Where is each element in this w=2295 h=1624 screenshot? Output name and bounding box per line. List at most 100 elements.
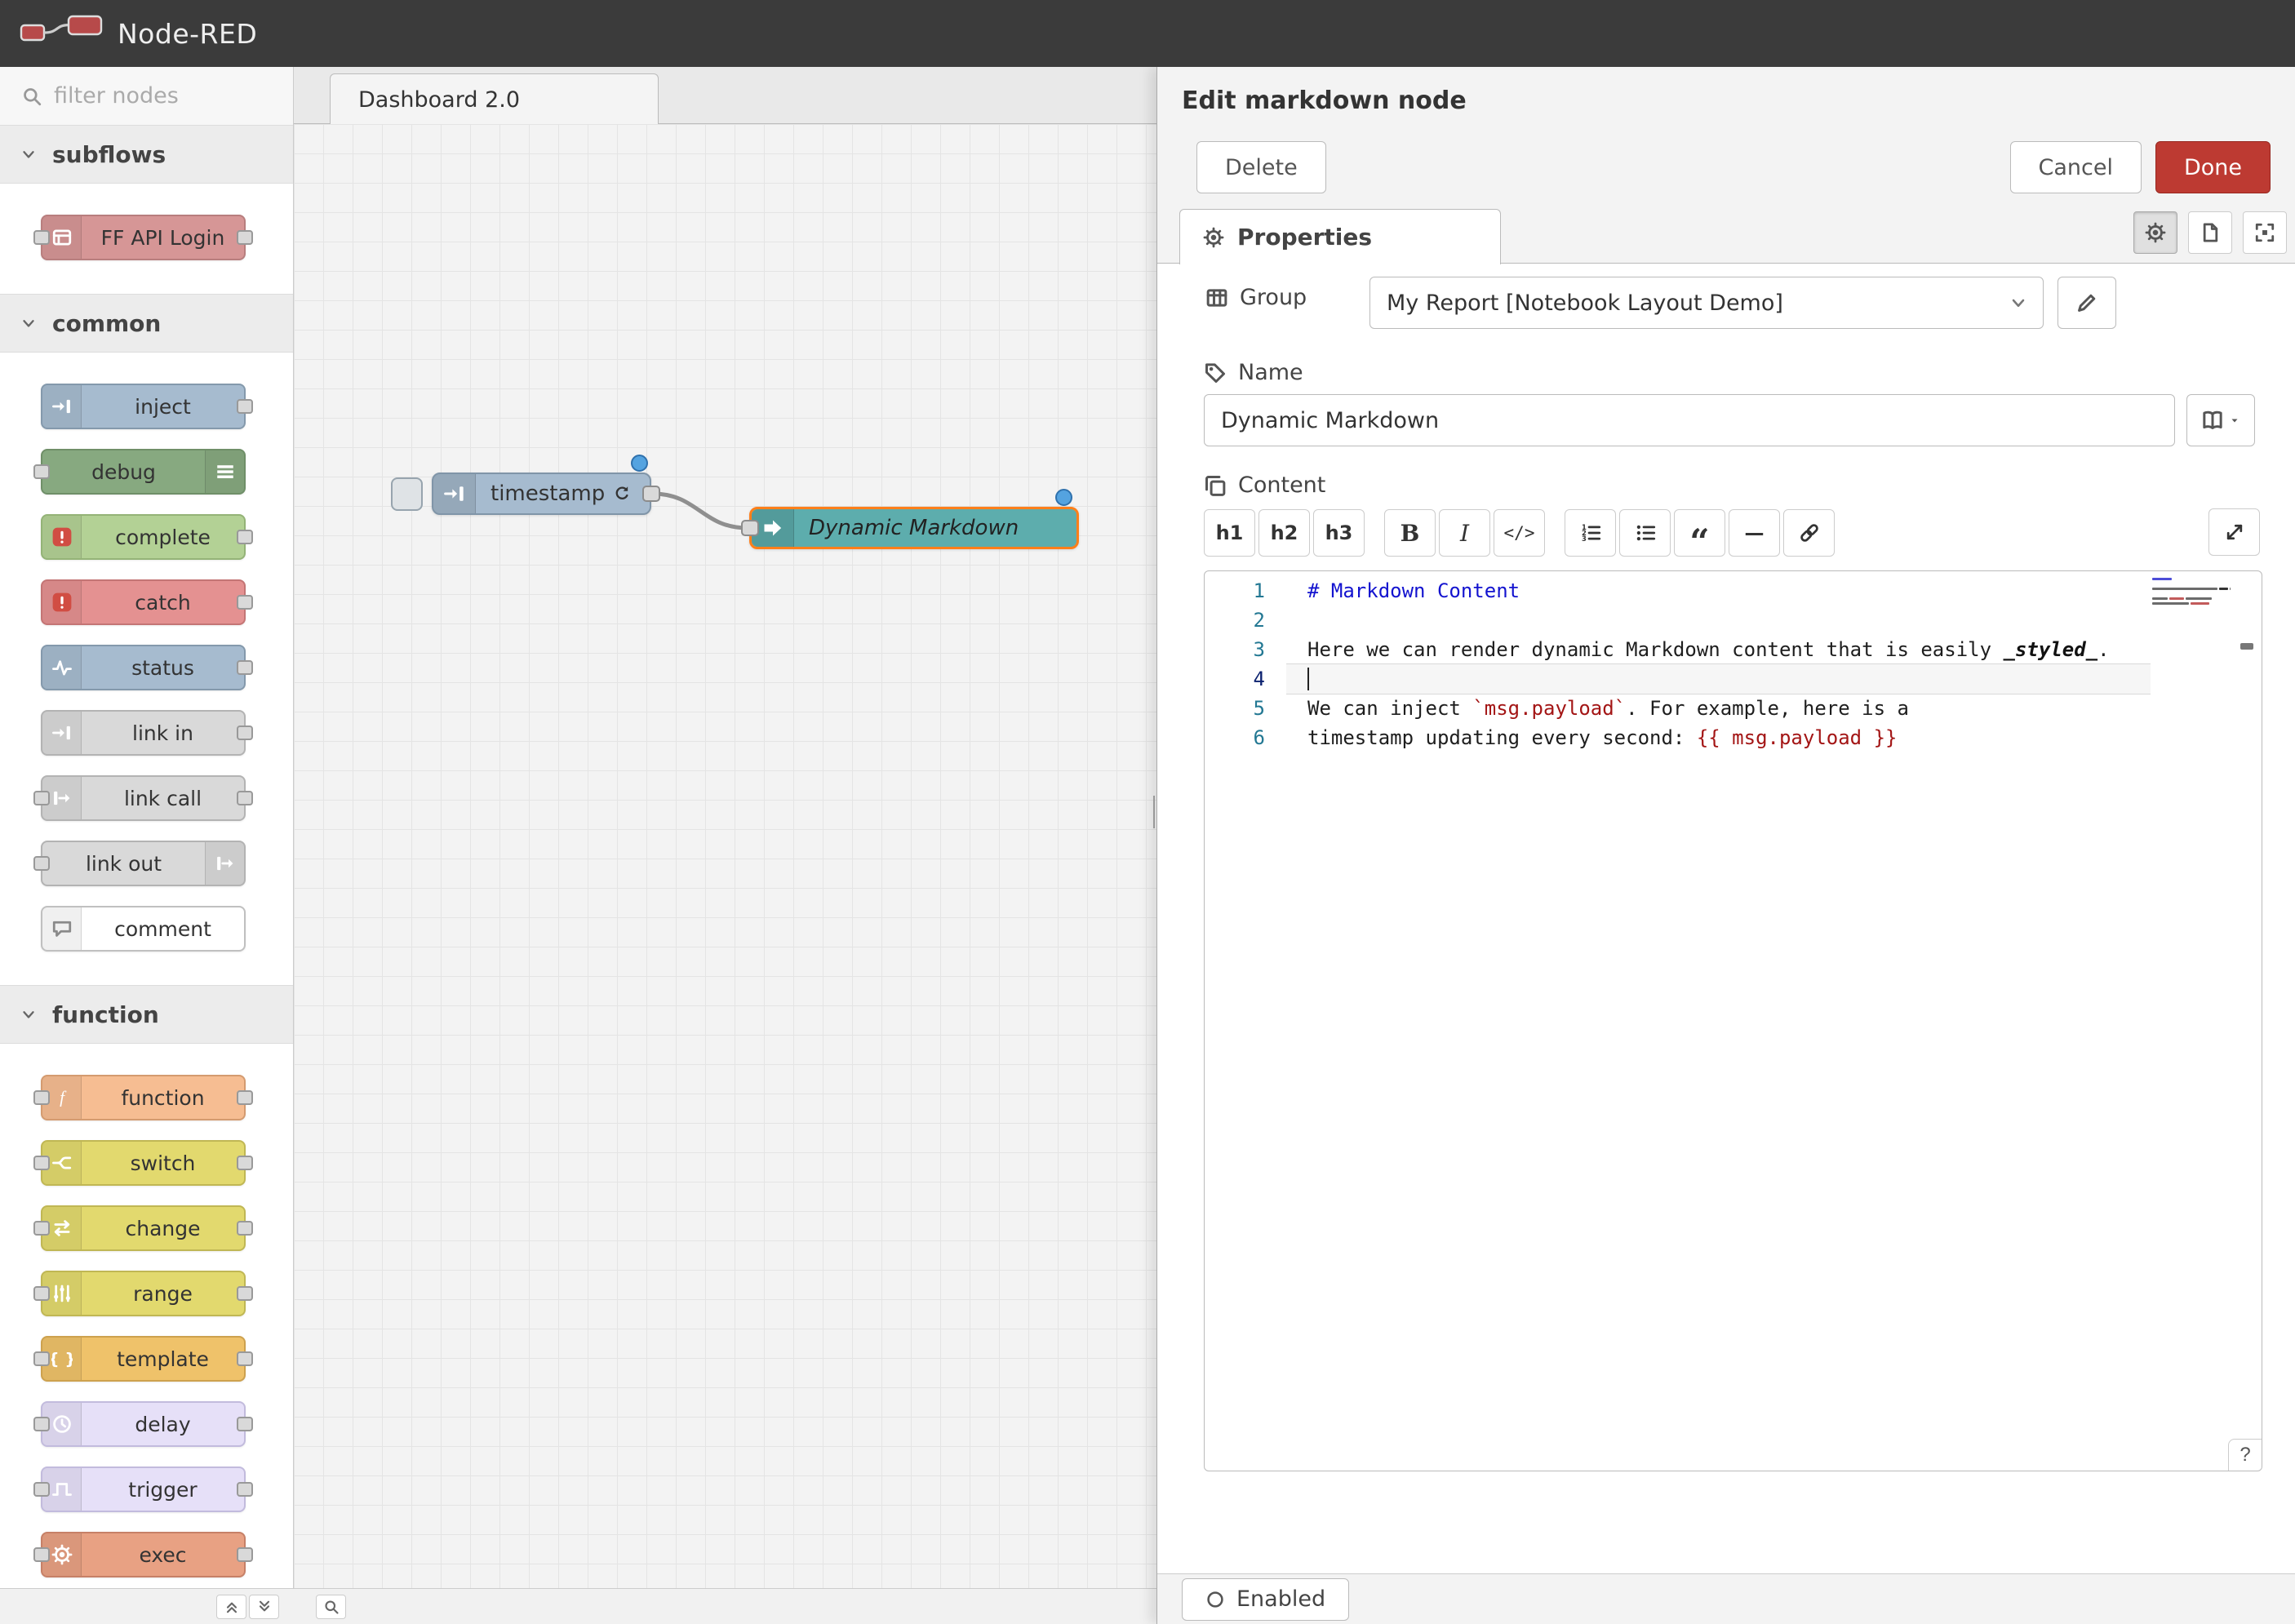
flow-node-dynamic-markdown[interactable]: Dynamic Markdown [749, 507, 1079, 549]
palette-node-label: link out [42, 842, 205, 885]
node-description-button[interactable] [2188, 211, 2232, 254]
palette-expand-all-button[interactable] [249, 1595, 279, 1619]
md-unordered-list-button[interactable] [1619, 509, 1671, 557]
edit-group-button[interactable] [2058, 277, 2116, 329]
palette-node-complete[interactable]: complete [41, 514, 246, 560]
palette-node-label: FF API Login [82, 216, 244, 259]
cancel-button[interactable]: Cancel [2010, 141, 2142, 193]
app-header: Node-RED [0, 0, 2295, 67]
node-input-port [33, 1221, 50, 1236]
wire[interactable] [653, 494, 748, 528]
node-input-port [33, 1156, 50, 1170]
md-italic-button[interactable]: I [1439, 509, 1490, 557]
md-ordered-list-button[interactable]: 123 [1565, 509, 1616, 557]
palette-node-link-in[interactable]: link in [41, 710, 246, 756]
editor-line-4[interactable]: 4 [1205, 664, 2262, 694]
workspace: Dashboard 2.0 timestamp Dynamic Markdown [294, 67, 1156, 1588]
md-heading2-button[interactable]: h2 [1258, 509, 1310, 557]
palette-node-range[interactable]: range [41, 1271, 246, 1316]
flow-canvas[interactable]: timestamp Dynamic Markdown [294, 124, 1156, 1588]
tray-tab-buttons [2133, 211, 2287, 254]
palette-node-link-out[interactable]: link out [41, 841, 246, 886]
palette-categories: subflows FF API Login common inject debug com… [0, 125, 293, 1588]
md-code-button[interactable]: </> [1494, 509, 1545, 557]
palette-node-debug[interactable]: debug [41, 449, 246, 495]
tray-tabbar: Properties [1157, 205, 2295, 264]
line-number: 2 [1205, 606, 1265, 635]
inject-trigger-button[interactable] [391, 477, 423, 511]
inject-icon [42, 385, 82, 428]
editor-line-5[interactable]: 5We can inject `msg.payload`. For exampl… [1205, 694, 2262, 723]
markdown-editor[interactable]: 1# Markdown Content23Here we can render … [1204, 570, 2262, 1471]
node-input-port [33, 1286, 50, 1301]
node-output-port [237, 1547, 253, 1562]
palette-node-inject[interactable]: inject [41, 384, 246, 429]
chevron-down-icon [20, 145, 38, 163]
palette-node-ff-api-login[interactable]: FF API Login [41, 215, 246, 260]
editor-line-1[interactable]: 1# Markdown Content [1205, 576, 2262, 606]
palette-category-common[interactable]: common [0, 294, 293, 353]
node-input-port[interactable] [741, 520, 759, 536]
enabled-label: Enabled [1236, 1586, 1325, 1612]
delete-button[interactable]: Delete [1196, 141, 1326, 193]
md-heading1-button[interactable]: h1 [1204, 509, 1255, 557]
palette-collapse-all-button[interactable] [216, 1595, 246, 1619]
caret-down-icon [2228, 414, 2241, 427]
palette-node-function[interactable]: ffunction [41, 1075, 246, 1120]
node-input-port [33, 1351, 50, 1366]
palette-node-delay[interactable]: delay [41, 1401, 246, 1447]
node-appearance-button[interactable] [2243, 211, 2287, 254]
palette-category-subflows[interactable]: subflows [0, 125, 293, 184]
palette-node-trigger[interactable]: trigger [41, 1466, 246, 1512]
md-heading3-button[interactable]: h3 [1313, 509, 1365, 557]
node-output-port[interactable] [642, 486, 660, 502]
flow-node-timestamp[interactable]: timestamp [432, 473, 651, 515]
debug-icon [205, 450, 244, 493]
name-input[interactable] [1204, 394, 2175, 446]
md-bold-button[interactable]: B [1384, 509, 1436, 557]
editor-cursor [1307, 668, 1309, 690]
palette-node-exec[interactable]: exec [41, 1532, 246, 1577]
palette-node-label: debug [42, 450, 205, 493]
editor-line-2[interactable]: 2 [1205, 606, 2262, 635]
expand-editor-button[interactable] [2208, 508, 2260, 556]
complete-icon [42, 516, 82, 558]
node-output-port [237, 1090, 253, 1105]
flow-tab-label: Dashboard 2.0 [358, 87, 520, 113]
editor-line-6[interactable]: 6timestamp updating every second: {{ msg… [1205, 723, 2262, 752]
node-output-port [237, 1286, 253, 1301]
flow-tab-dashboard[interactable]: Dashboard 2.0 [330, 73, 659, 125]
md-horizontal-rule-button[interactable]: — [1729, 509, 1780, 557]
label-options-button[interactable] [2186, 394, 2255, 446]
pencil-icon [2075, 291, 2098, 314]
editor-line-3[interactable]: 3Here we can render dynamic Markdown con… [1205, 635, 2262, 664]
node-input-port [33, 856, 50, 871]
line-number: 3 [1205, 635, 1265, 664]
node-output-port [237, 1156, 253, 1170]
palette-search-input[interactable] [54, 83, 258, 109]
palette-category-function[interactable]: function [0, 985, 293, 1044]
node-enabled-toggle[interactable]: Enabled [1182, 1578, 1349, 1621]
group-select-value: My Report [Notebook Layout Demo] [1387, 291, 1783, 316]
editor-minimap[interactable] [2152, 578, 2237, 607]
done-button[interactable]: Done [2155, 141, 2271, 193]
palette-node-template[interactable]: { }template [41, 1336, 246, 1382]
table-icon [1205, 286, 1228, 309]
editor-help-button[interactable]: ? [2228, 1439, 2262, 1471]
palette-node-label: link call [82, 777, 244, 819]
palette-node-link-call[interactable]: link call [41, 775, 246, 821]
palette-node-switch[interactable]: switch [41, 1140, 246, 1186]
tray-body: Group My Report [Notebook Layout Demo] N… [1157, 264, 2295, 1573]
search-flows-button[interactable] [316, 1595, 346, 1619]
edit-properties-button[interactable] [2133, 211, 2177, 254]
palette-node-catch[interactable]: catch [41, 579, 246, 625]
appearance-icon [2254, 222, 2275, 243]
wire-layer [294, 124, 1156, 1588]
md-blockquote-button[interactable]: “ [1674, 509, 1725, 557]
palette-node-change[interactable]: change [41, 1205, 246, 1251]
tab-properties[interactable]: Properties [1179, 209, 1501, 264]
group-select[interactable]: My Report [Notebook Layout Demo] [1369, 277, 2044, 329]
md-link-button[interactable] [1783, 509, 1835, 557]
palette-node-comment[interactable]: comment [41, 906, 246, 952]
palette-node-status[interactable]: status [41, 645, 246, 690]
